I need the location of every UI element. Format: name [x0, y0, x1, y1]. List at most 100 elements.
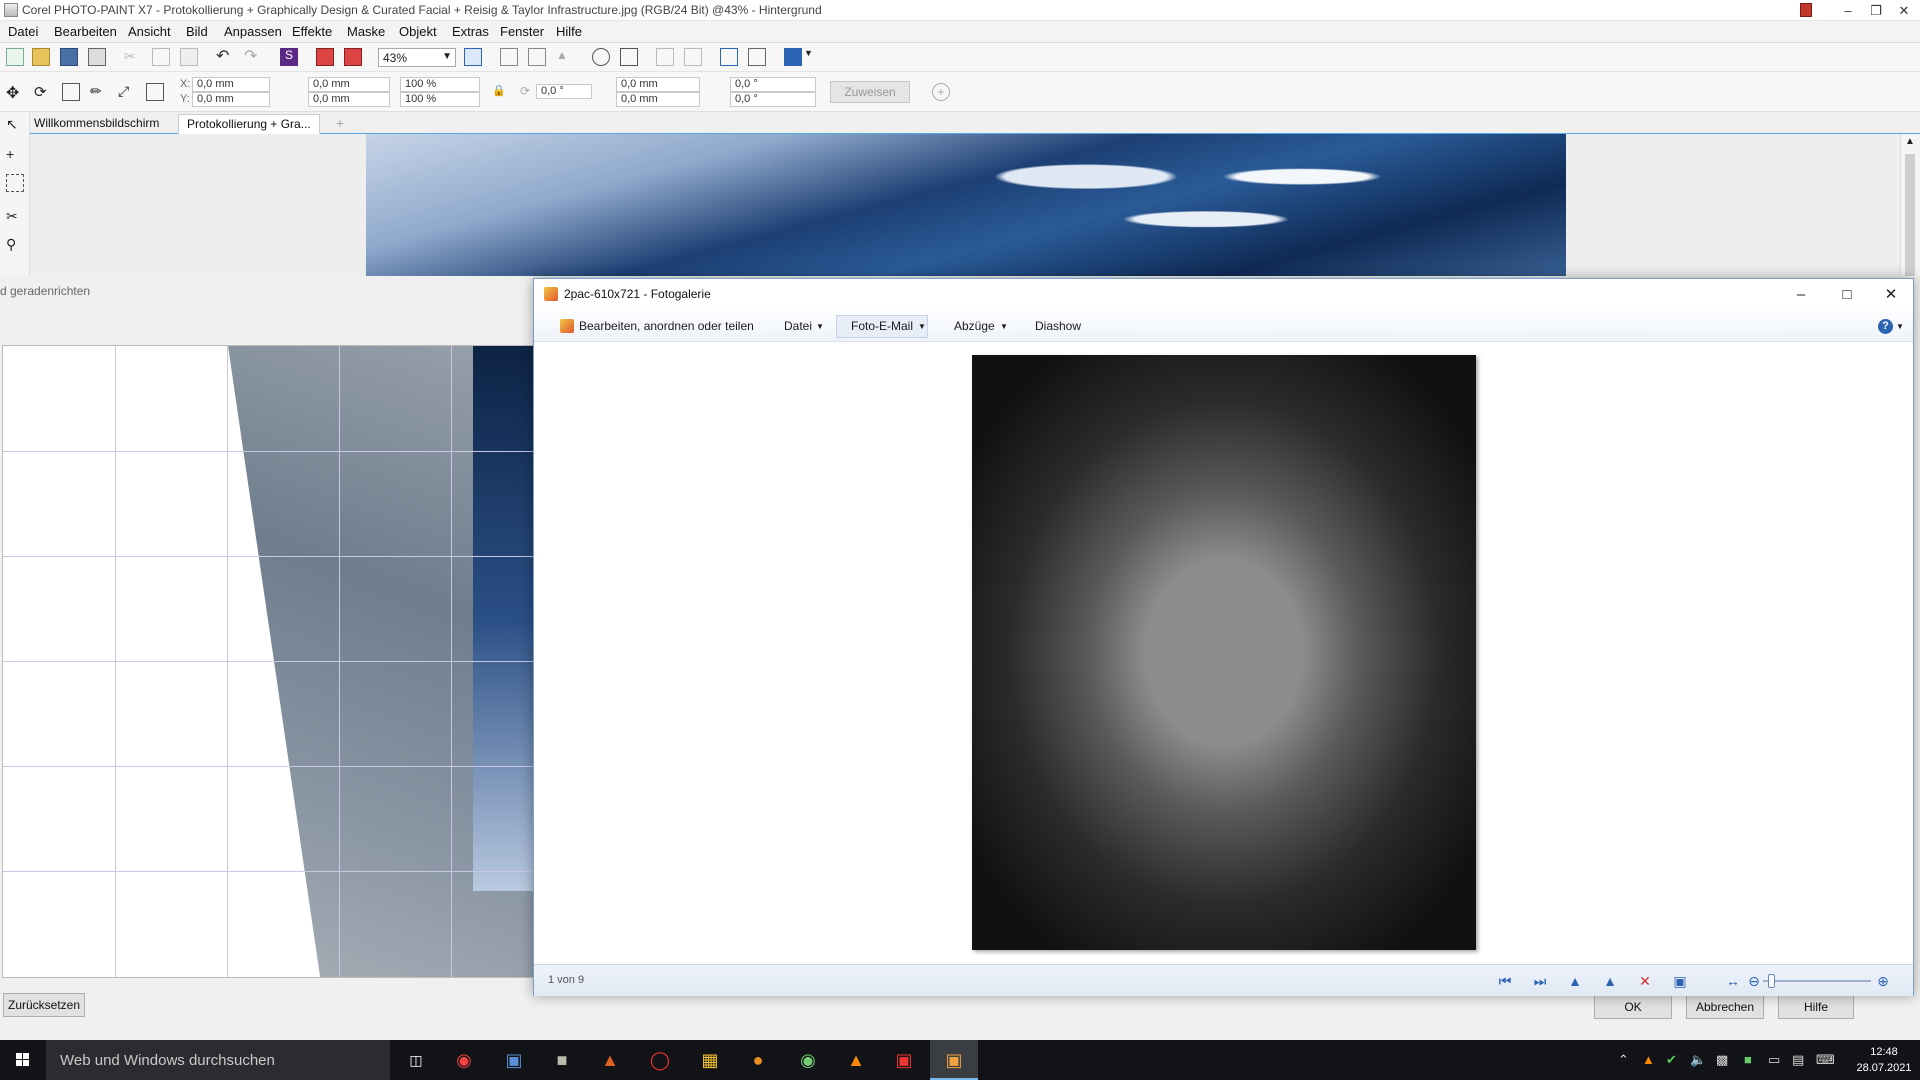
menu-bearbeiten[interactable]: Bearbeiten: [54, 24, 117, 39]
perspective-icon[interactable]: [146, 83, 164, 101]
scroll-up-icon[interactable]: ▲: [1905, 136, 1915, 147]
open-icon[interactable]: [32, 48, 50, 66]
gallery-close-button[interactable]: ✕: [1868, 279, 1914, 310]
tray-chevron-icon[interactable]: ⌃: [1618, 1052, 1629, 1068]
help-icon[interactable]: ?: [1878, 319, 1893, 334]
network-icon[interactable]: ▩: [1716, 1052, 1728, 1068]
menu-hilfe[interactable]: Hilfe: [556, 24, 582, 39]
rotate-right-icon[interactable]: ▲: [1602, 973, 1618, 989]
taskbar-clock[interactable]: 12:48 28.07.2021: [1850, 1044, 1918, 1076]
pdf-icon[interactable]: ▣: [490, 1040, 538, 1080]
menu-datei[interactable]: Datei: [8, 24, 38, 39]
archive-icon[interactable]: ■: [538, 1040, 586, 1080]
offset-v-field[interactable]: 0,0 °: [730, 92, 816, 107]
rectangle-mask-icon[interactable]: [6, 174, 24, 192]
menu-fenster[interactable]: Fenster: [500, 24, 544, 39]
width-field[interactable]: 0,0 mm: [308, 77, 390, 92]
minimize-button[interactable]: –: [1834, 0, 1862, 21]
zoom-slider-track[interactable]: [1763, 980, 1871, 982]
lock-icon[interactable]: 🔒: [492, 84, 510, 102]
actual-size-icon[interactable]: ↔: [1725, 973, 1741, 989]
redo-icon[interactable]: ↷: [244, 46, 262, 65]
height-field[interactable]: 0,0 mm: [308, 92, 390, 107]
ok-button[interactable]: OK: [1594, 995, 1672, 1019]
scale-icon[interactable]: [62, 83, 80, 101]
guidelines-icon[interactable]: [528, 48, 546, 66]
show-mask-icon[interactable]: [592, 48, 610, 66]
keyboard-icon[interactable]: ⌨: [1816, 1052, 1835, 1068]
offset-h-field[interactable]: 0,0 °: [730, 77, 816, 92]
gallery-menu-file[interactable]: Datei: [784, 319, 812, 333]
gallery-menu-prints[interactable]: Abzüge: [954, 319, 995, 333]
menu-effekte[interactable]: Effekte: [292, 24, 332, 39]
battery-icon[interactable]: ▭: [1768, 1052, 1780, 1068]
mask-overlay-icon[interactable]: [620, 48, 638, 66]
corel-taskbar-icon[interactable]: ▣: [880, 1040, 928, 1080]
menu-extras[interactable]: Extras: [452, 24, 489, 39]
move-tool-icon[interactable]: +: [6, 146, 24, 164]
rotate-icon[interactable]: ⟳: [34, 83, 52, 101]
delete-icon[interactable]: ✕: [1637, 973, 1653, 989]
move-icon[interactable]: ✥: [6, 83, 24, 102]
zoom-slider-thumb[interactable]: [1768, 974, 1776, 988]
vlc-icon[interactable]: ▲: [832, 1040, 880, 1080]
security-tray-icon[interactable]: ✔: [1666, 1052, 1677, 1068]
assign-button[interactable]: Zuweisen: [830, 81, 910, 103]
snap-icon[interactable]: ▲: [556, 48, 574, 66]
cut-icon[interactable]: ✂: [124, 48, 142, 66]
user-icon[interactable]: [1800, 3, 1812, 17]
nvidia-icon[interactable]: ■: [1744, 1052, 1752, 1067]
chevron-down-icon[interactable]: ▼: [1896, 322, 1904, 331]
opera-icon[interactable]: ◯: [636, 1040, 684, 1080]
next-icon[interactable]: ⏭: [1532, 973, 1548, 989]
picasa-icon[interactable]: ◉: [784, 1040, 832, 1080]
rotate-left-icon[interactable]: ▲: [1567, 973, 1583, 989]
rulers-icon[interactable]: [500, 48, 518, 66]
angle-field[interactable]: 0,0 °: [536, 84, 592, 99]
tab-welcome[interactable]: Willkommensbildschirm: [26, 114, 167, 134]
reset-button[interactable]: Zurücksetzen: [3, 993, 85, 1017]
print-icon[interactable]: [88, 48, 106, 66]
save-icon[interactable]: [60, 48, 78, 66]
previous-icon[interactable]: ⏮: [1497, 973, 1513, 989]
menu-edit-arrange-share[interactable]: Bearbeiten, anordnen oder teilen: [579, 319, 754, 333]
paste-icon[interactable]: [180, 48, 198, 66]
object-icon[interactable]: [656, 48, 674, 66]
chevron-down-icon[interactable]: ▼: [804, 48, 822, 66]
scale-height-field[interactable]: 100 %: [400, 92, 480, 107]
distort-icon[interactable]: ⤢: [118, 83, 136, 101]
menu-ansicht[interactable]: Ansicht: [128, 24, 171, 39]
skew-icon[interactable]: ✏: [90, 83, 108, 101]
help-button[interactable]: Hilfe: [1778, 995, 1854, 1019]
undo-icon[interactable]: ↶: [216, 46, 234, 65]
restore-button[interactable]: ❐: [1862, 0, 1890, 21]
gallery-taskbar-icon[interactable]: ▣: [930, 1040, 978, 1080]
x-field[interactable]: 0,0 mm: [192, 77, 270, 92]
add-icon[interactable]: +: [932, 83, 950, 101]
skew-h-field[interactable]: 0,0 mm: [616, 77, 700, 92]
skew-v-field[interactable]: 0,0 mm: [616, 92, 700, 107]
pick-tool-icon[interactable]: ↖: [6, 116, 24, 134]
swift-icon[interactable]: ▲: [586, 1040, 634, 1080]
menu-objekt[interactable]: Objekt: [399, 24, 437, 39]
menu-anpassen[interactable]: Anpassen: [224, 24, 282, 39]
task-view-icon[interactable]: ◫: [392, 1040, 440, 1080]
gallery-menu-slideshow[interactable]: Diashow: [1035, 319, 1081, 333]
volume-icon[interactable]: 🔈: [1690, 1052, 1706, 1068]
zoom-fit-icon[interactable]: [464, 48, 482, 66]
scale-width-field[interactable]: 100 %: [400, 77, 480, 92]
copy-icon[interactable]: [152, 48, 170, 66]
cancel-button[interactable]: Abbrechen: [1686, 995, 1764, 1019]
zoom-tool-icon[interactable]: ⚲: [6, 236, 24, 254]
app-icon[interactable]: ●: [734, 1040, 782, 1080]
gallery-menu-email[interactable]: Foto-E-Mail: [851, 319, 913, 333]
menu-bild[interactable]: Bild: [186, 24, 208, 39]
close-button[interactable]: ✕: [1890, 0, 1918, 21]
corel-connect-icon[interactable]: S: [280, 48, 298, 66]
menu-maske[interactable]: Maske: [347, 24, 385, 39]
image-adjust-icon[interactable]: [720, 48, 738, 66]
crop-tool-icon[interactable]: ✂: [6, 208, 24, 226]
options-icon[interactable]: [784, 48, 802, 66]
explorer-icon[interactable]: ▦: [686, 1040, 734, 1080]
gallery-minimize-button[interactable]: –: [1778, 279, 1824, 310]
